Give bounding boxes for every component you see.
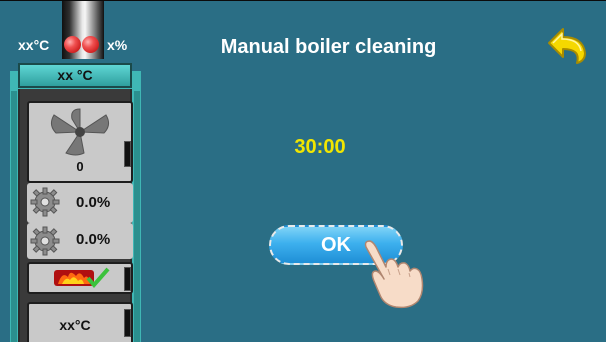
- flame-icon: [54, 267, 110, 289]
- gear-icon: [30, 187, 60, 217]
- fan-value: 0: [76, 159, 84, 174]
- boiler-top-temperature: xx °C: [57, 67, 93, 83]
- boiler-temperature: xx°C: [59, 317, 91, 333]
- lamp-icon: [64, 36, 81, 53]
- status-percentage: x%: [107, 37, 128, 53]
- fan-icon: [50, 108, 110, 156]
- flame-gauge: [124, 267, 131, 291]
- back-arrow-icon[interactable]: [545, 25, 589, 65]
- gear2-value: 0.0%: [76, 231, 111, 248]
- countdown-timer: 30:00: [294, 136, 346, 158]
- boiler-screen: xx°C x% xx °C 0 0.0% 0.0% xx°C Manual bo…: [0, 0, 606, 342]
- lamp-icon: [82, 36, 99, 53]
- fan-gauge: [124, 141, 131, 167]
- gear-icon: [30, 226, 60, 256]
- hand-pointer-icon: [364, 240, 424, 309]
- boiler-pipe-left: [11, 91, 17, 342]
- gear1-value: 0.0%: [76, 194, 111, 211]
- temperature-gauge: [124, 309, 131, 337]
- status-temperature: xx°C: [18, 37, 50, 53]
- boiler-pipe-right: [134, 91, 140, 342]
- page-title: Manual boiler cleaning: [220, 36, 437, 58]
